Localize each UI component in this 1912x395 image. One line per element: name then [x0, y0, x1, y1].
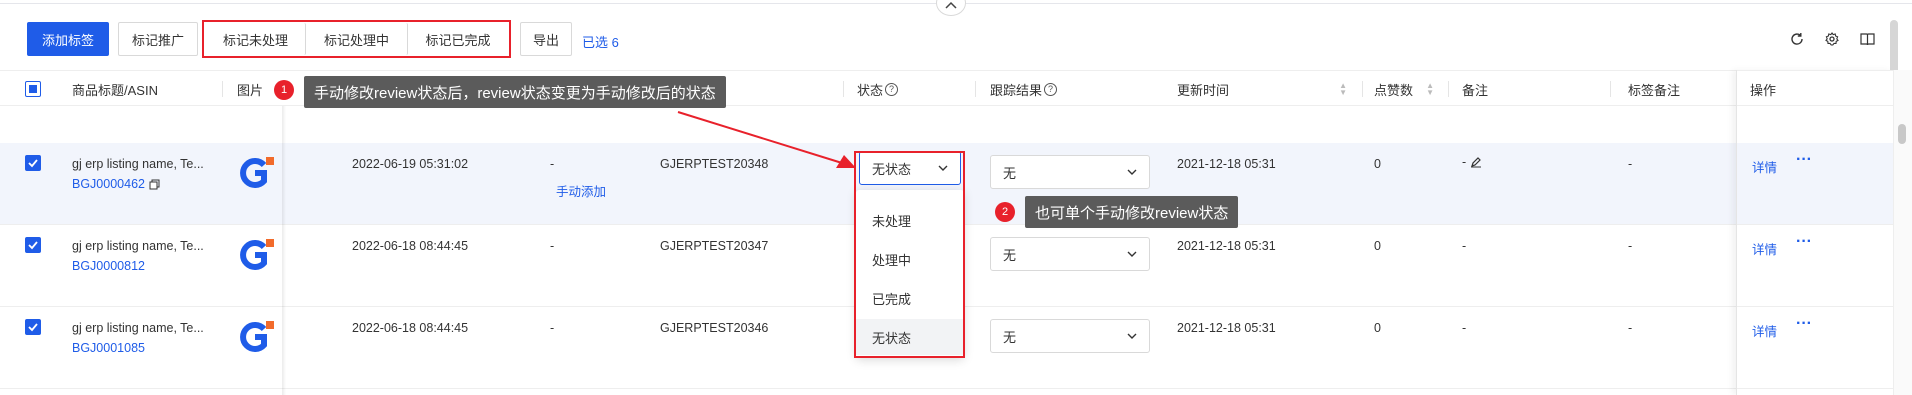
annotation-tooltip-one: 手动修改review状态后，review状态变更为手动修改后的状态 — [304, 76, 726, 108]
annotation-badge-one: 1 — [274, 80, 294, 100]
annotation-tooltip-two: 也可单个手动修改review状态 — [1025, 196, 1239, 228]
annotation-badge-two: 2 — [995, 202, 1015, 222]
annotation-arrow — [677, 111, 856, 168]
